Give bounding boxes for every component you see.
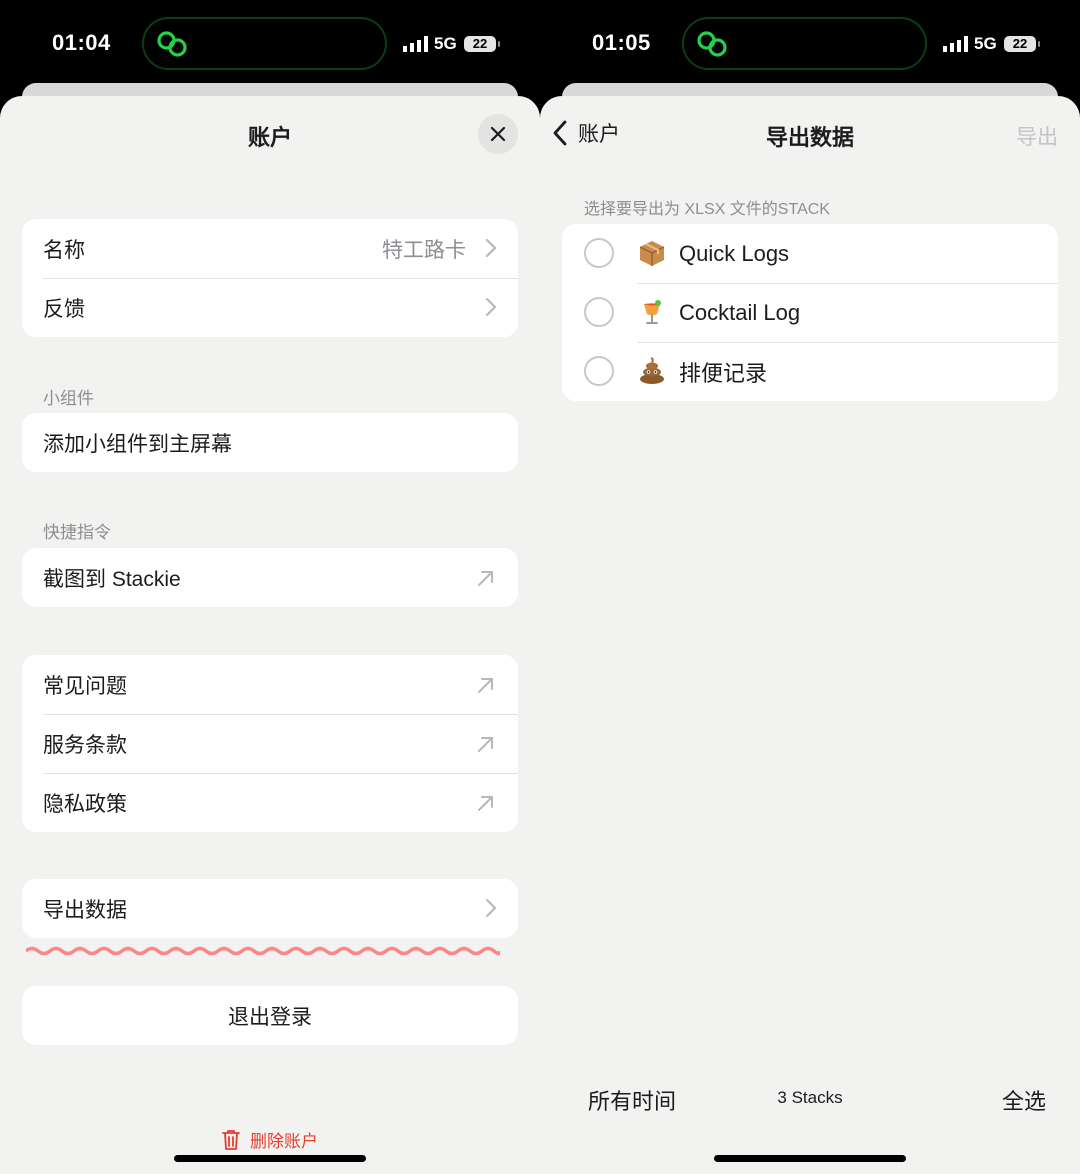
close-button[interactable]	[478, 114, 518, 154]
stack-list: Quick Logs Cocktail Log 排便记录	[562, 224, 1058, 401]
bottom-toolbar: 所有时间 3 Stacks 全选	[540, 1084, 1080, 1114]
faq-row[interactable]: 常见问题	[22, 655, 518, 714]
stack-name: Quick Logs	[679, 240, 790, 266]
feedback-row[interactable]: 反馈	[22, 278, 518, 337]
external-link-icon	[478, 571, 493, 586]
export-button[interactable]: 导出	[1016, 121, 1058, 151]
stack-row-quick-logs[interactable]: Quick Logs	[562, 224, 1058, 283]
stacks-count: 3 Stacks	[777, 1088, 843, 1107]
logout-card: 退出登录	[22, 986, 518, 1045]
add-widget-row[interactable]: 添加小组件到主屏幕	[22, 413, 518, 472]
network-type: 5G	[434, 34, 457, 53]
trash-icon	[222, 1129, 240, 1150]
export-data-row[interactable]: 导出数据	[22, 879, 518, 938]
status-time: 01:04	[52, 30, 111, 55]
signal-icon	[403, 36, 428, 52]
export-data-label: 导出数据	[43, 898, 127, 922]
external-link-icon	[478, 737, 493, 752]
link-icon	[157, 31, 187, 57]
screenshot-shortcut-row[interactable]: 截图到 Stackie	[22, 548, 518, 607]
poop-icon	[640, 357, 664, 384]
radio-button[interactable]	[584, 297, 614, 327]
export-hint: 选择要导出为 XLSX 文件的STACK	[584, 201, 830, 218]
name-label: 名称	[43, 238, 85, 262]
link-icon	[697, 31, 727, 57]
chevron-right-icon	[485, 297, 497, 317]
chevron-right-icon	[485, 898, 497, 918]
shortcuts-card: 截图到 Stackie	[22, 548, 518, 607]
close-icon	[490, 126, 506, 142]
links-card: 常见问题 服务条款 隐私政策	[22, 655, 518, 832]
status-time: 01:05	[592, 30, 651, 55]
external-link-icon	[478, 796, 493, 811]
screenshot-shortcut-label: 截图到 Stackie	[43, 567, 181, 591]
left-screen: 01:04 5G 22 账户 名称 特工路卡 反馈 小组件 添加小组件到主屏幕 …	[0, 0, 540, 1174]
profile-card: 名称 特工路卡 反馈	[22, 219, 518, 337]
terms-label: 服务条款	[43, 733, 127, 757]
faq-label: 常见问题	[43, 674, 127, 698]
right-screen: 01:05 5G 22 账户 导出数据 导出 选择要导出为 XLSX 文件的ST…	[540, 0, 1080, 1174]
cocktail-icon	[644, 300, 661, 324]
signal-icon	[943, 36, 968, 52]
feedback-label: 反馈	[43, 297, 85, 321]
privacy-label: 隐私政策	[43, 792, 127, 816]
select-all-button[interactable]: 全选	[1002, 1084, 1046, 1116]
stack-name: Cocktail Log	[679, 299, 801, 325]
package-icon	[639, 241, 665, 266]
section-label-widgets: 小组件	[43, 389, 94, 408]
privacy-row[interactable]: 隐私政策	[22, 773, 518, 832]
export-card: 导出数据	[22, 879, 518, 938]
home-indicator[interactable]	[714, 1155, 906, 1162]
stack-row-bowel-log[interactable]: 排便记录	[562, 342, 1058, 401]
battery-icon: 22	[1004, 36, 1040, 52]
logout-label: 退出登录	[228, 1005, 312, 1029]
home-indicator[interactable]	[174, 1155, 366, 1162]
radio-button[interactable]	[584, 238, 614, 268]
add-widget-label: 添加小组件到主屏幕	[43, 432, 232, 456]
status-bar: 01:04 5G 22	[0, 0, 540, 86]
stack-name: 排便记录	[679, 360, 768, 386]
external-link-icon	[478, 678, 493, 693]
delete-account-label: 删除账户	[250, 1132, 318, 1151]
highlight-underline	[26, 946, 500, 956]
network-type: 5G	[974, 34, 997, 53]
battery-icon: 22	[464, 36, 500, 52]
widgets-card: 添加小组件到主屏幕	[22, 413, 518, 472]
status-bar: 01:05 5G 22	[540, 0, 1080, 86]
delete-account-button[interactable]: 删除账户	[0, 1127, 540, 1152]
name-value: 特工路卡	[382, 238, 466, 262]
page-title: 导出数据	[765, 125, 854, 150]
section-label-shortcuts: 快捷指令	[43, 523, 111, 542]
dynamic-island[interactable]	[142, 17, 387, 70]
name-row[interactable]: 名称 特工路卡	[22, 219, 518, 278]
stack-row-cocktail-log[interactable]: Cocktail Log	[562, 283, 1058, 342]
dynamic-island[interactable]	[682, 17, 927, 70]
chevron-right-icon	[485, 238, 497, 258]
page-title: 账户	[247, 125, 292, 150]
radio-button[interactable]	[584, 356, 614, 386]
logout-button[interactable]: 退出登录	[22, 986, 518, 1045]
terms-row[interactable]: 服务条款	[22, 714, 518, 773]
